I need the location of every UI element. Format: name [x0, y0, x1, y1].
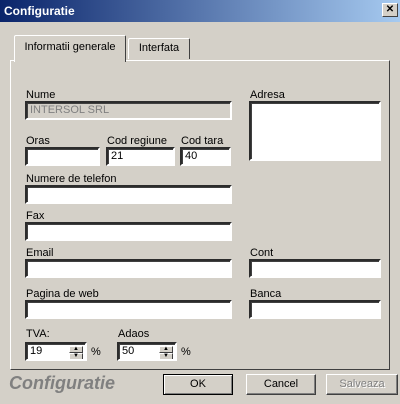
save-button[interactable]: Salveaza: [326, 374, 398, 395]
tab-informatii-generale[interactable]: Informatii generale: [14, 35, 126, 62]
cancel-button[interactable]: Cancel: [246, 374, 316, 395]
general-panel: [10, 60, 390, 370]
window-title: Configuratie: [4, 4, 75, 18]
config-window: Configuratie ✕ Informatii generale Inter…: [0, 0, 400, 404]
title-bar[interactable]: Configuratie ✕: [0, 0, 400, 22]
ok-button[interactable]: OK: [163, 374, 233, 395]
tab-interfata[interactable]: Interfata: [128, 38, 190, 59]
footer-title: Configuratie: [9, 373, 115, 393]
close-icon[interactable]: ✕: [382, 3, 398, 17]
